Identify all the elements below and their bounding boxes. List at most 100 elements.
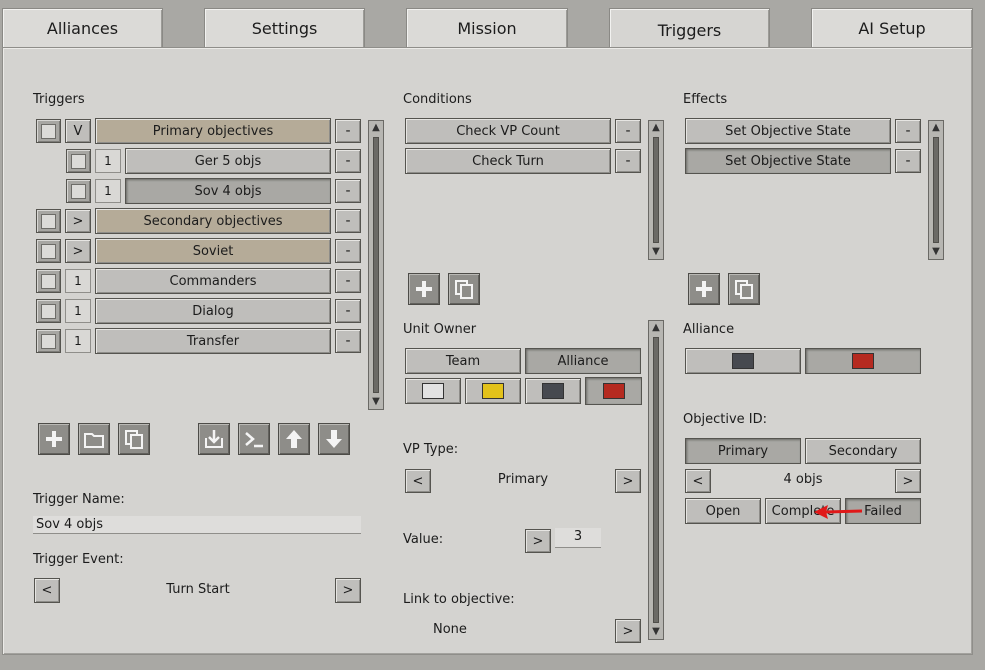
trigger-remove-button[interactable]: - [335,119,361,143]
owner-color-yellow[interactable] [465,378,521,404]
condition-remove-button[interactable]: - [615,149,641,173]
triggers-scrollbar[interactable]: ▲ ▼ [368,120,384,410]
tab-alliances[interactable]: Alliances [2,8,163,48]
scroll-up-icon[interactable]: ▲ [370,122,382,134]
trigger-row-secondary-objectives[interactable]: Secondary objectives [95,208,331,234]
trigger-checkbox[interactable] [36,269,61,293]
trigger-checkbox[interactable] [36,209,61,233]
trigger-remove-button[interactable]: - [335,329,361,353]
state-open-button[interactable]: Open [685,498,761,524]
scroll-down-icon[interactable]: ▼ [650,246,662,258]
effect-remove-button[interactable]: - [895,119,921,143]
value-input[interactable]: 3 [555,528,601,548]
vp-type-prev-button[interactable]: < [405,469,431,493]
trigger-checkbox[interactable] [36,329,61,353]
owner-color-gray[interactable] [525,378,581,404]
trigger-row-soviet[interactable]: Soviet [95,238,331,264]
conditions-scrollbar[interactable]: ▲ ▼ [648,120,664,260]
add-effect-button[interactable] [688,273,720,305]
trigger-row-commanders[interactable]: Commanders [95,268,331,294]
trigger-expand-toggle[interactable]: V [65,119,91,143]
link-objective-label: Link to objective: [403,592,515,607]
condition-check-vp-count[interactable]: Check VP Count [405,118,611,144]
console-button[interactable] [238,423,270,455]
objective-tab-secondary[interactable]: Secondary [805,438,921,464]
scroll-track[interactable] [373,137,379,393]
scroll-track[interactable] [933,137,939,243]
objective-tab-primary[interactable]: Primary [685,438,801,464]
color-swatch [542,383,564,399]
scroll-down-icon[interactable]: ▼ [650,626,662,638]
trigger-expand-toggle[interactable]: > [65,239,91,263]
objective-id-label: Objective ID: [683,412,767,427]
tab-ai-setup[interactable]: AI Setup [811,8,973,48]
objective-next-button[interactable]: > [895,469,921,493]
trigger-remove-button[interactable]: - [335,149,361,173]
trigger-row-primary-objectives[interactable]: Primary objectives [95,118,331,144]
copy-condition-button[interactable] [448,273,480,305]
effects-scrollbar[interactable]: ▲ ▼ [928,120,944,260]
owner-color-white[interactable] [405,378,461,404]
tab-triggers[interactable]: Triggers [609,8,770,52]
add-trigger-button[interactable] [38,423,70,455]
trigger-remove-button[interactable]: - [335,179,361,203]
trigger-remove-button[interactable]: - [335,269,361,293]
value-label: Value: [403,532,444,547]
value-increment-button[interactable]: > [525,529,551,553]
trigger-checkbox[interactable] [36,119,61,143]
move-up-button[interactable] [278,423,310,455]
trigger-event-prev-button[interactable]: < [34,578,60,603]
objective-prev-button[interactable]: < [685,469,711,493]
effect-set-objective-state-selected[interactable]: Set Objective State [685,148,891,174]
arrow-down-icon [326,430,342,448]
alliance-color-gray[interactable] [685,348,801,374]
copy-trigger-button[interactable] [118,423,150,455]
trigger-count: 1 [65,299,91,323]
triggers-heading: Triggers [33,92,85,107]
trigger-remove-button[interactable]: - [335,299,361,323]
tab-label: Mission [457,19,517,38]
copy-icon [125,430,143,449]
trigger-expand-toggle[interactable]: > [65,209,91,233]
link-objective-next-button[interactable]: > [615,619,641,643]
scroll-down-icon[interactable]: ▼ [370,396,382,408]
add-folder-button[interactable] [78,423,110,455]
effect-set-objective-state[interactable]: Set Objective State [685,118,891,144]
condition-remove-button[interactable]: - [615,119,641,143]
condition-params-scrollbar[interactable]: ▲ ▼ [648,320,664,640]
arrow-up-icon [286,430,302,448]
trigger-row-dialog[interactable]: Dialog [95,298,331,324]
trigger-checkbox[interactable] [36,299,61,323]
trigger-checkbox[interactable] [66,179,91,203]
scroll-up-icon[interactable]: ▲ [650,122,662,134]
scroll-track[interactable] [653,137,659,243]
owner-tab-team[interactable]: Team [405,348,521,374]
trigger-checkbox[interactable] [66,149,91,173]
scroll-up-icon[interactable]: ▲ [930,122,942,134]
scroll-down-icon[interactable]: ▼ [930,246,942,258]
owner-color-red[interactable] [585,377,642,405]
scroll-track[interactable] [653,337,659,623]
tab-settings[interactable]: Settings [204,8,365,48]
trigger-remove-button[interactable]: - [335,239,361,263]
vp-type-value: Primary [497,472,549,487]
owner-tab-alliance[interactable]: Alliance [525,348,641,374]
tab-mission[interactable]: Mission [406,8,568,48]
move-down-button[interactable] [318,423,350,455]
add-condition-button[interactable] [408,273,440,305]
trigger-row-transfer[interactable]: Transfer [95,328,331,354]
trigger-event-value: Turn Start [166,582,230,597]
vp-type-next-button[interactable]: > [615,469,641,493]
copy-effect-button[interactable] [728,273,760,305]
effect-remove-button[interactable]: - [895,149,921,173]
condition-check-turn[interactable]: Check Turn [405,148,611,174]
import-button[interactable] [198,423,230,455]
trigger-row-sov-4-objs[interactable]: Sov 4 objs [125,178,331,204]
trigger-event-next-button[interactable]: > [335,578,361,603]
trigger-remove-button[interactable]: - [335,209,361,233]
scroll-up-icon[interactable]: ▲ [650,322,662,334]
trigger-row-ger-5-objs[interactable]: Ger 5 objs [125,148,331,174]
alliance-color-red[interactable] [805,348,921,374]
trigger-name-input[interactable]: Sov 4 objs [33,516,361,534]
trigger-checkbox[interactable] [36,239,61,263]
